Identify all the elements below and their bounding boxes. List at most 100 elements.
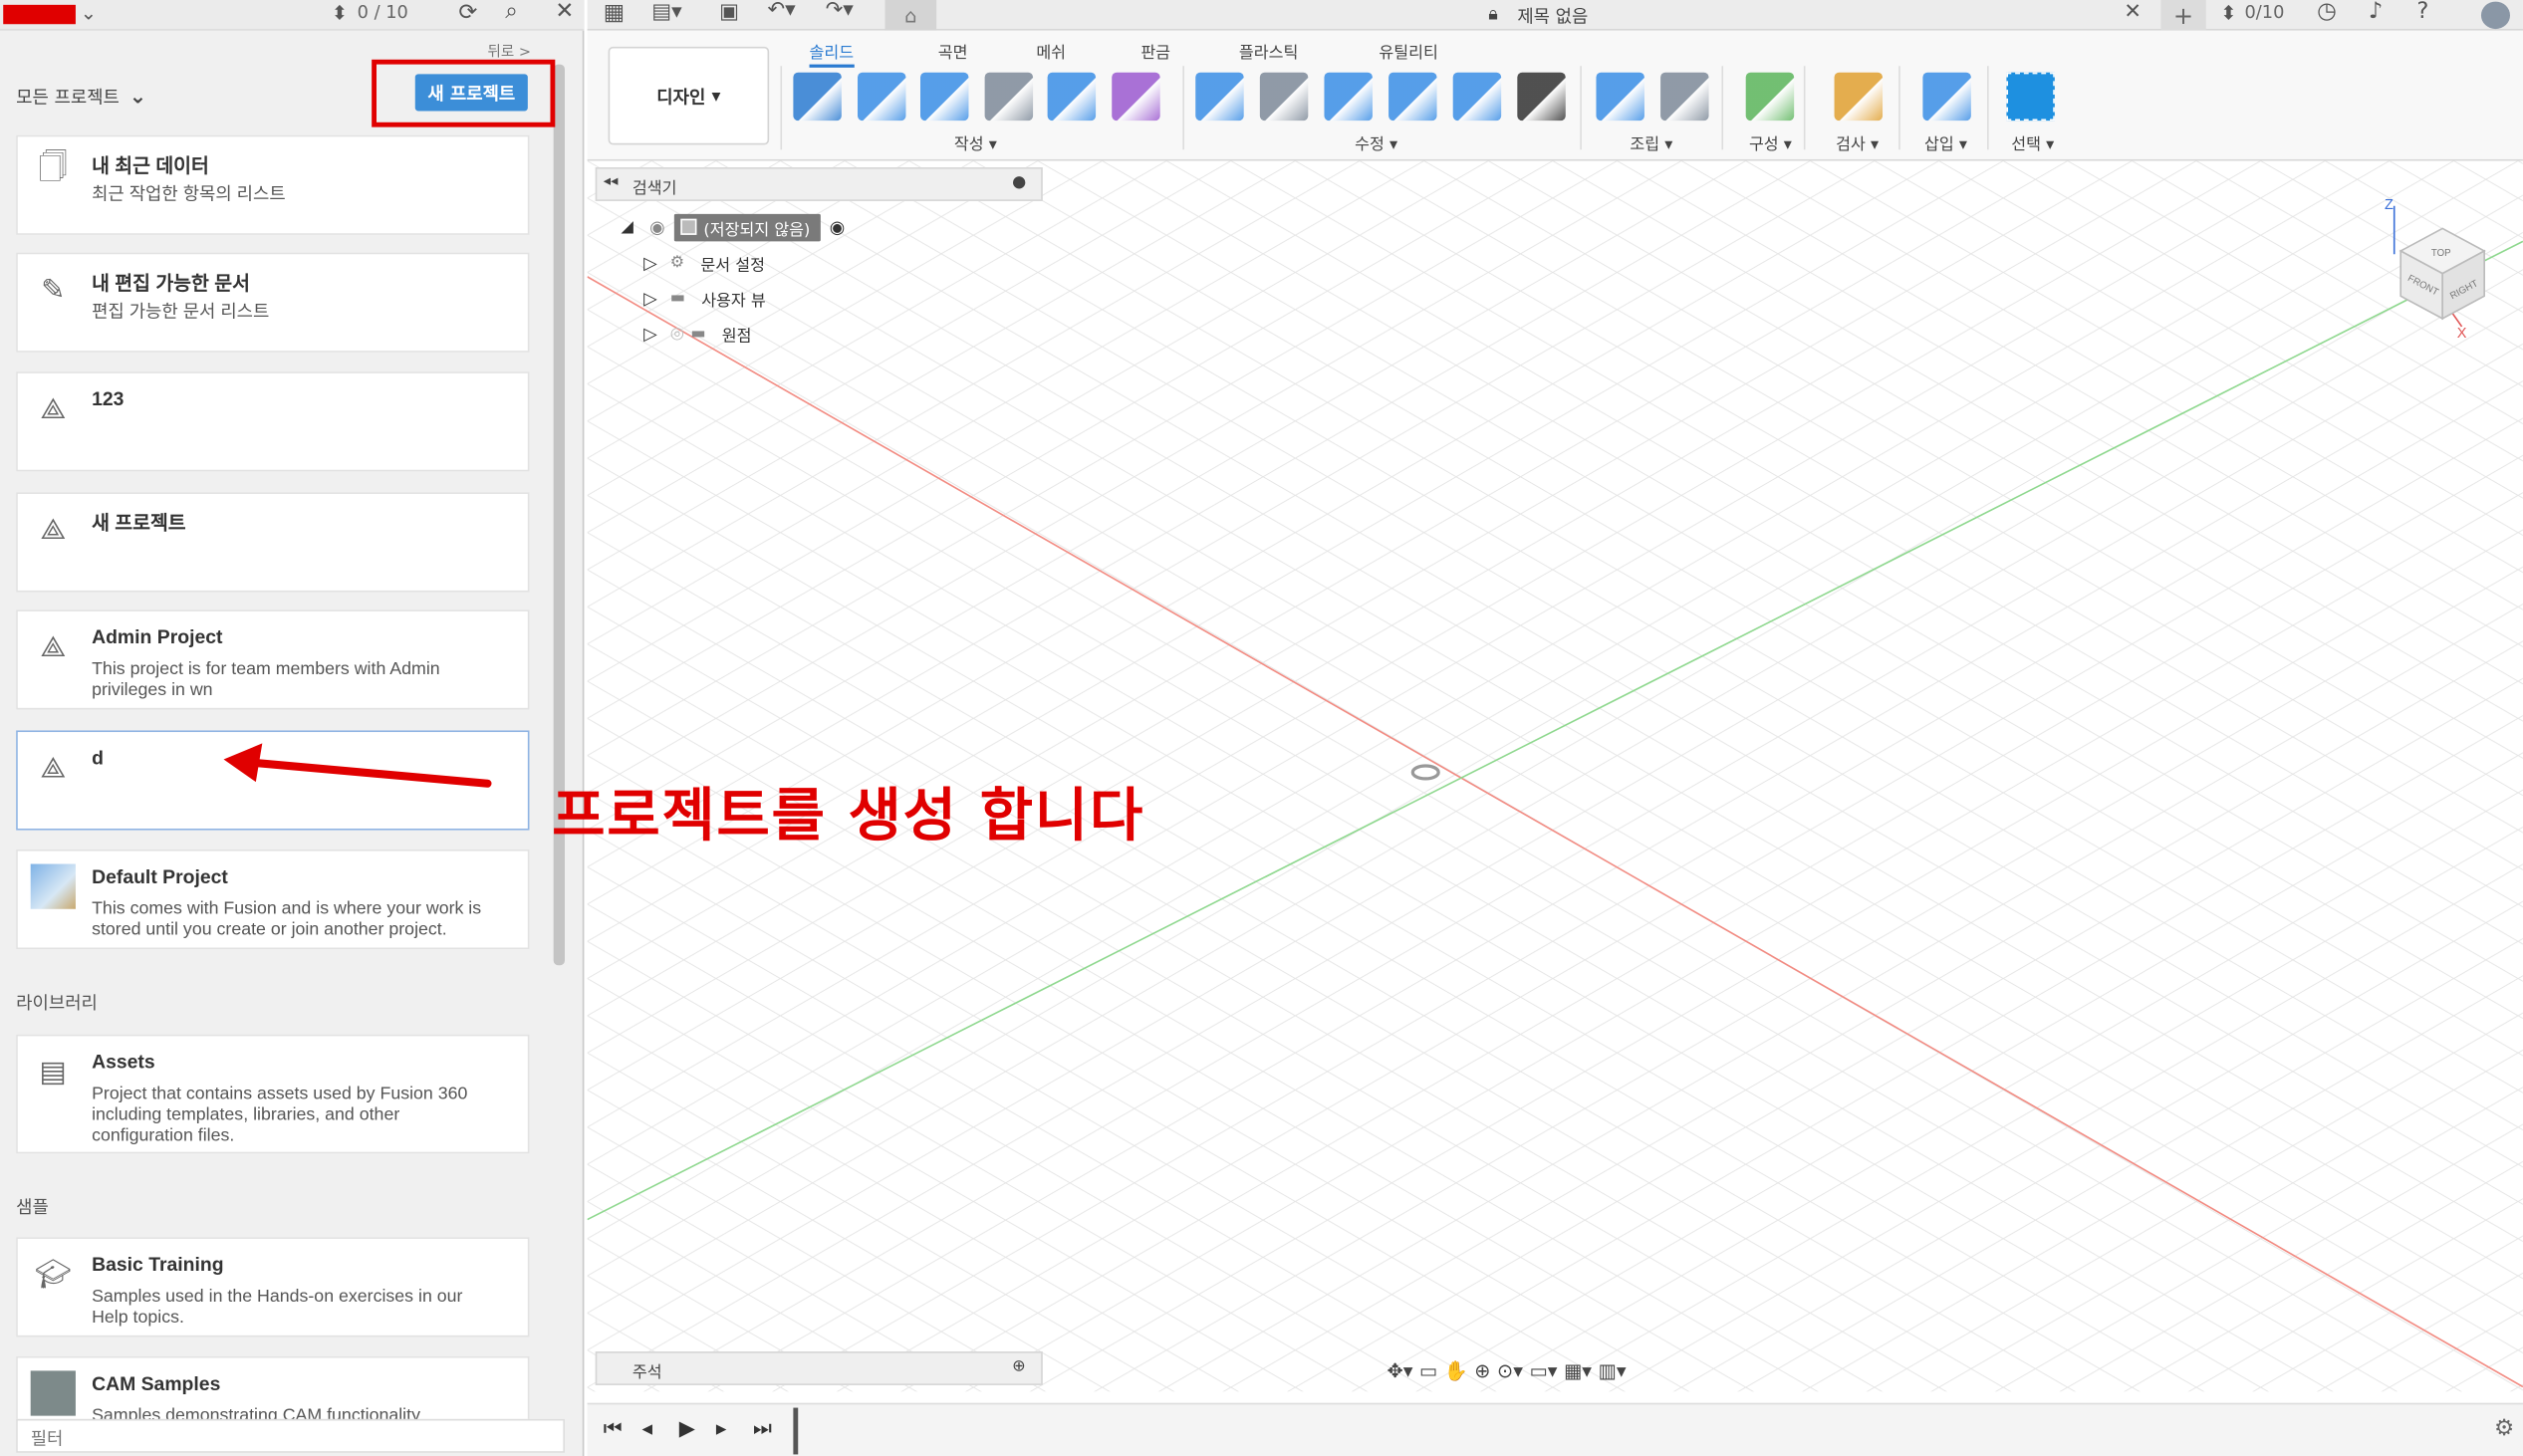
pattern-icon[interactable] (1047, 72, 1097, 121)
pan-icon[interactable]: ✋ (1444, 1358, 1468, 1381)
press-pull-icon[interactable] (1195, 72, 1244, 121)
browser-root-row[interactable]: ◢ ◉ (저장되지 않음) ◉ (622, 212, 846, 241)
group-dropdown-4[interactable]: 검사 ▾ (1836, 130, 1879, 154)
view-cube[interactable]: Z X TOP FRONT RIGHT (2379, 190, 2507, 343)
toolbar-ribbon: 디자인 ▾ 솔리드 곡면 메쉬 판금 플라스틱 유틸리티 작성 ▾ 수정 ▾ 조립 ▾ 구성 ▾… (587, 30, 2523, 161)
revolve-icon[interactable] (920, 72, 969, 121)
chevron-down-icon[interactable]: ⌄ (81, 2, 97, 25)
measure-icon[interactable] (1834, 72, 1884, 121)
redo-icon[interactable]: ↷▾ (826, 0, 854, 23)
go-to-start-icon[interactable]: ⏮ (604, 1417, 623, 1441)
filter-input[interactable]: 필터 (16, 1418, 566, 1453)
tab-2[interactable]: 메쉬 (1036, 39, 1066, 63)
browser-tree-item[interactable]: ▷ ◎ ▬ 원점 (643, 319, 751, 348)
tab-1[interactable]: 곡면 (938, 39, 968, 63)
shell-icon[interactable] (1324, 72, 1373, 121)
play-icon[interactable]: ▶ (679, 1417, 695, 1441)
group-dropdown-0[interactable]: 작성 ▾ (954, 130, 997, 154)
undo-icon[interactable]: ↶▾ (768, 0, 796, 23)
split-icon[interactable] (1452, 72, 1502, 121)
project-card[interactable]: Default Project This comes with Fusion an… (16, 849, 530, 950)
new-tab-icon[interactable]: + (2160, 0, 2206, 31)
job-status-icon[interactable]: ⬍ (2220, 2, 2236, 25)
tab-4[interactable]: 플라스틱 (1239, 39, 1298, 63)
viewports-icon[interactable]: ▥▾ (1599, 1358, 1627, 1381)
combine-icon[interactable] (1388, 72, 1437, 121)
viewcube-top-label[interactable]: TOP (2431, 248, 2451, 259)
look-at-icon[interactable]: ▭ (1419, 1358, 1437, 1381)
project-card[interactable]: CAM Samples Samples demonstrating CAM fun… (16, 1355, 530, 1425)
refresh-icon[interactable]: ⟳ (458, 0, 477, 26)
save-icon[interactable]: ▣ (719, 0, 739, 24)
plane-icon[interactable] (1745, 72, 1795, 121)
chevron-down-icon: ▾ (2040, 136, 2055, 155)
grid-menu-icon[interactable]: ▦ (604, 0, 625, 26)
clock-icon[interactable]: ◷ (2317, 0, 2337, 24)
go-to-end-icon[interactable]: ⏭ (753, 1417, 772, 1441)
tab-5[interactable]: 유틸리티 (1379, 39, 1437, 63)
project-card[interactable]: ⟁ 새 프로젝트 (16, 492, 530, 593)
select-icon[interactable] (2006, 72, 2055, 121)
timeline: ⏮ ◂ ▶ ▸ ⏭ ⚙ (587, 1402, 2523, 1456)
tab-3[interactable]: 판금 (1140, 39, 1170, 63)
insert-image-icon[interactable] (1922, 72, 1971, 121)
pin-icon[interactable]: ● (1012, 173, 1026, 191)
expand-triangle-icon[interactable]: ▷ (643, 323, 657, 344)
browser-tree-item[interactable]: ▷ ▬ 사용자 뷰 (643, 283, 766, 312)
back-link[interactable]: 뒤로 > (487, 40, 531, 61)
expand-triangle-icon[interactable]: ▷ (643, 287, 657, 308)
fit-icon[interactable]: ⊙▾ (1497, 1358, 1523, 1381)
expand-triangle-icon[interactable]: ▷ (643, 252, 657, 273)
joint-icon[interactable] (1660, 72, 1709, 121)
file-menu-icon[interactable]: ▤▾ (651, 0, 681, 24)
activate-radio-icon[interactable]: ◉ (830, 216, 846, 237)
help-icon[interactable]: ? (2416, 0, 2428, 24)
project-card[interactable]: 🗍 내 최근 데이터 최근 작업한 항목의 리스트 (16, 134, 530, 235)
notification-icon[interactable]: ♪ (2369, 0, 2383, 24)
home-icon[interactable]: ⌂ (884, 0, 937, 31)
eye-icon[interactable]: ◉ (649, 216, 665, 237)
fillet-icon[interactable] (1259, 72, 1309, 121)
collapse-icon[interactable]: ◂◂ (604, 173, 619, 189)
group-dropdown-6[interactable]: 선택 ▾ (2011, 130, 2054, 154)
project-filter-dropdown[interactable]: 모든 프로젝트 ⌄ (16, 84, 146, 110)
extrude-icon[interactable] (858, 72, 906, 121)
sketch-icon[interactable] (793, 72, 842, 121)
orbit-icon[interactable]: ✥▾ (1387, 1358, 1412, 1381)
add-comment-icon[interactable]: ⊕ (1012, 1357, 1026, 1375)
project-card[interactable]: 🎓︎ Basic Training Samples used in the Hand… (16, 1237, 530, 1337)
zoom-icon[interactable]: ⊕ (1474, 1358, 1490, 1381)
create-form-icon[interactable] (1112, 72, 1160, 121)
step-forward-icon[interactable]: ▸ (716, 1417, 727, 1441)
project-card[interactable]: ▤ Assets Project that contains assets used… (16, 1034, 530, 1154)
close-icon[interactable]: ✕ (555, 0, 574, 24)
hole-icon[interactable] (984, 72, 1034, 121)
eye-hidden-icon[interactable]: ◎ (670, 325, 684, 343)
browser-panel-header[interactable]: ◂◂ 검색기 ● (595, 167, 1043, 201)
display-settings-icon[interactable]: ▭▾ (1529, 1358, 1557, 1381)
timeline-marker[interactable] (793, 1407, 799, 1455)
root-component[interactable]: (저장되지 않음) (674, 213, 821, 241)
step-back-icon[interactable]: ◂ (642, 1417, 653, 1441)
group-dropdown-2[interactable]: 조립 ▾ (1630, 130, 1672, 154)
move-icon[interactable] (1517, 72, 1566, 121)
gear-icon[interactable]: ⚙ (2494, 1416, 2514, 1442)
group-dropdown-1[interactable]: 수정 ▾ (1355, 130, 1397, 154)
expand-triangle-icon[interactable]: ◢ (622, 218, 633, 236)
browser-tree-item[interactable]: ▷ ⚙ 문서 설정 (643, 248, 765, 277)
new-project-button[interactable]: 새 프로젝트 (414, 74, 528, 112)
project-card[interactable]: ⟁ Admin Project This project is for team m… (16, 609, 530, 710)
group-dropdown-3[interactable]: 구성 ▾ (1749, 130, 1792, 154)
project-card[interactable]: ✎ 내 편집 가능한 문서 편집 가능한 문서 리스트 (16, 252, 530, 353)
group-dropdown-5[interactable]: 삽입 ▾ (1924, 130, 1967, 154)
project-card[interactable]: ⟁ 123 (16, 371, 530, 472)
job-status-icon[interactable]: ⬍ (332, 2, 348, 25)
search-icon[interactable]: ⌕ (505, 0, 518, 24)
workspace-dropdown[interactable]: 디자인 ▾ (608, 46, 770, 145)
tab-0[interactable]: 솔리드 (809, 39, 855, 68)
new-component-icon[interactable] (1596, 72, 1644, 121)
close-tab-icon[interactable]: ✕ (2124, 0, 2142, 24)
grid-settings-icon[interactable]: ▦▾ (1564, 1358, 1592, 1381)
avatar[interactable] (2480, 1, 2511, 30)
comments-panel[interactable]: 주석 ⊕ (595, 1351, 1043, 1385)
